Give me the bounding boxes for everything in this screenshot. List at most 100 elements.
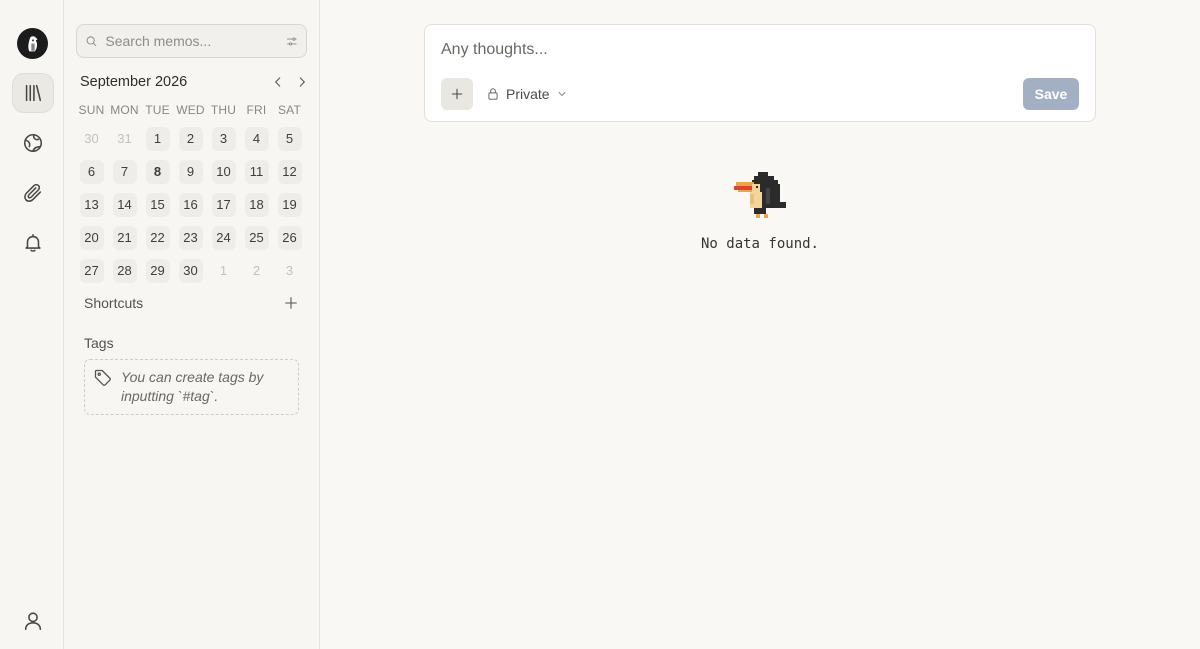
calendar-header: September 2026: [80, 72, 310, 92]
user-icon: [24, 612, 42, 631]
calendar-day-number: 14: [112, 192, 137, 217]
calendar-day-number: 18: [244, 192, 269, 217]
prev-month-button[interactable]: [270, 74, 286, 90]
calendar-day[interactable]: 20: [75, 221, 108, 254]
nav-rail: [0, 0, 64, 649]
calendar-day-number: 10: [211, 159, 236, 184]
calendar-day[interactable]: 30: [75, 122, 108, 155]
globe-icon: [23, 133, 43, 153]
calendar-day[interactable]: 27: [75, 254, 108, 287]
calendar-day-number: 4: [244, 126, 269, 151]
calendar-day[interactable]: 29: [141, 254, 174, 287]
calendar-day[interactable]: 26: [273, 221, 306, 254]
calendar-day[interactable]: 13: [75, 188, 108, 221]
insert-menu-button[interactable]: [441, 78, 473, 110]
calendar-day[interactable]: 19: [273, 188, 306, 221]
calendar-day-number: 1: [219, 263, 228, 278]
chevron-down-icon: [558, 92, 566, 96]
add-shortcut-button[interactable]: [283, 295, 299, 311]
weekday-label: TUE: [145, 103, 170, 117]
filter-icon[interactable]: [286, 34, 298, 49]
calendar-day[interactable]: 12: [273, 155, 306, 188]
nav-explore-button[interactable]: [12, 123, 54, 163]
library-icon: [25, 84, 42, 102]
nav-home-button[interactable]: [12, 73, 54, 113]
calendar-day[interactable]: 5: [273, 122, 306, 155]
calendar-day[interactable]: 16: [174, 188, 207, 221]
calendar-day-number: 8: [145, 159, 170, 184]
calendar-day-number: 5: [277, 126, 302, 151]
calendar-day-number: 19: [277, 192, 302, 217]
nav-attachments-button[interactable]: [12, 173, 54, 213]
calendar-day[interactable]: 4: [240, 122, 273, 155]
toucan-illustration: [734, 172, 786, 218]
calendar-day[interactable]: 9: [174, 155, 207, 188]
calendar-day[interactable]: 3: [273, 254, 306, 287]
search-box[interactable]: [76, 24, 307, 58]
calendar-day-number: 2: [178, 126, 203, 151]
weekday-label: SAT: [277, 103, 302, 117]
calendar-day-number: 17: [211, 192, 236, 217]
shortcuts-label: Shortcuts: [84, 295, 144, 311]
nav-profile-button[interactable]: [12, 601, 54, 641]
visibility-selector[interactable]: Private: [486, 83, 568, 105]
calendar-day-number: 12: [277, 159, 302, 184]
bell-icon: [25, 233, 41, 252]
calendar-day-number: 31: [117, 131, 132, 146]
calendar-day-number: 16: [178, 192, 203, 217]
calendar-day-number: 2: [252, 263, 261, 278]
calendar-day[interactable]: 11: [240, 155, 273, 188]
calendar-day[interactable]: 2: [240, 254, 273, 287]
save-button[interactable]: Save: [1023, 78, 1079, 110]
calendar-day[interactable]: 31: [108, 122, 141, 155]
tag-icon: [94, 369, 111, 386]
lock-icon: [488, 88, 498, 100]
calendar-day-number: 1: [145, 126, 170, 151]
calendar-day-number: 20: [79, 225, 104, 250]
plus-icon: [285, 297, 297, 309]
calendar-day[interactable]: 21: [108, 221, 141, 254]
paperclip-icon: [24, 183, 42, 202]
nav-inbox-button[interactable]: [12, 223, 54, 263]
calendar-day-number: 30: [178, 258, 203, 283]
calendar-grid: 30 31 1 2 3 4 5 6 7 8 9 10 11 12 13 14 15 16 17 18 19 20 21 22 2…: [75, 122, 317, 287]
calendar-day[interactable]: 10: [207, 155, 240, 188]
weekday-label: FRI: [246, 103, 267, 117]
calendar-day[interactable]: 15: [141, 188, 174, 221]
next-month-button[interactable]: [294, 74, 310, 90]
weekday-label: SUN: [78, 103, 105, 117]
calendar-day[interactable]: 28: [108, 254, 141, 287]
chevron-left-icon: [275, 77, 281, 87]
search-input[interactable]: [105, 33, 287, 49]
calendar-day[interactable]: 6: [75, 155, 108, 188]
calendar-day-number: 29: [145, 258, 170, 283]
calendar-day-number: 6: [79, 159, 104, 184]
calendar-day-number: 27: [79, 258, 104, 283]
calendar-day[interactable]: 18: [240, 188, 273, 221]
calendar-day-number: 21: [112, 225, 137, 250]
app-logo[interactable]: [17, 28, 48, 59]
memo-editor: Private Save: [424, 24, 1096, 122]
search-icon: [86, 36, 97, 47]
calendar-day[interactable]: 24: [207, 221, 240, 254]
calendar-day[interactable]: 7: [108, 155, 141, 188]
calendar-day-number: 15: [145, 192, 170, 217]
calendar-day-number: 22: [145, 225, 170, 250]
calendar-day[interactable]: 1: [207, 254, 240, 287]
calendar-day[interactable]: 22: [141, 221, 174, 254]
calendar-day[interactable]: 25: [240, 221, 273, 254]
calendar-day[interactable]: 17: [207, 188, 240, 221]
calendar-day[interactable]: 8: [141, 155, 174, 188]
calendar-day[interactable]: 23: [174, 221, 207, 254]
calendar-day[interactable]: 2: [174, 122, 207, 155]
memo-input[interactable]: [441, 41, 1081, 65]
calendar-day[interactable]: 30: [174, 254, 207, 287]
sidebar: September 2026 SUN MON TUE WED THU FRI SAT 30 3…: [64, 0, 320, 649]
calendar-day[interactable]: 14: [108, 188, 141, 221]
calendar-day-number: 23: [178, 225, 203, 250]
visibility-label: Private: [506, 86, 550, 102]
bird-logo-icon: [27, 35, 38, 51]
calendar-day[interactable]: 3: [207, 122, 240, 155]
calendar-day[interactable]: 1: [141, 122, 174, 155]
calendar-day-number: 24: [211, 225, 236, 250]
